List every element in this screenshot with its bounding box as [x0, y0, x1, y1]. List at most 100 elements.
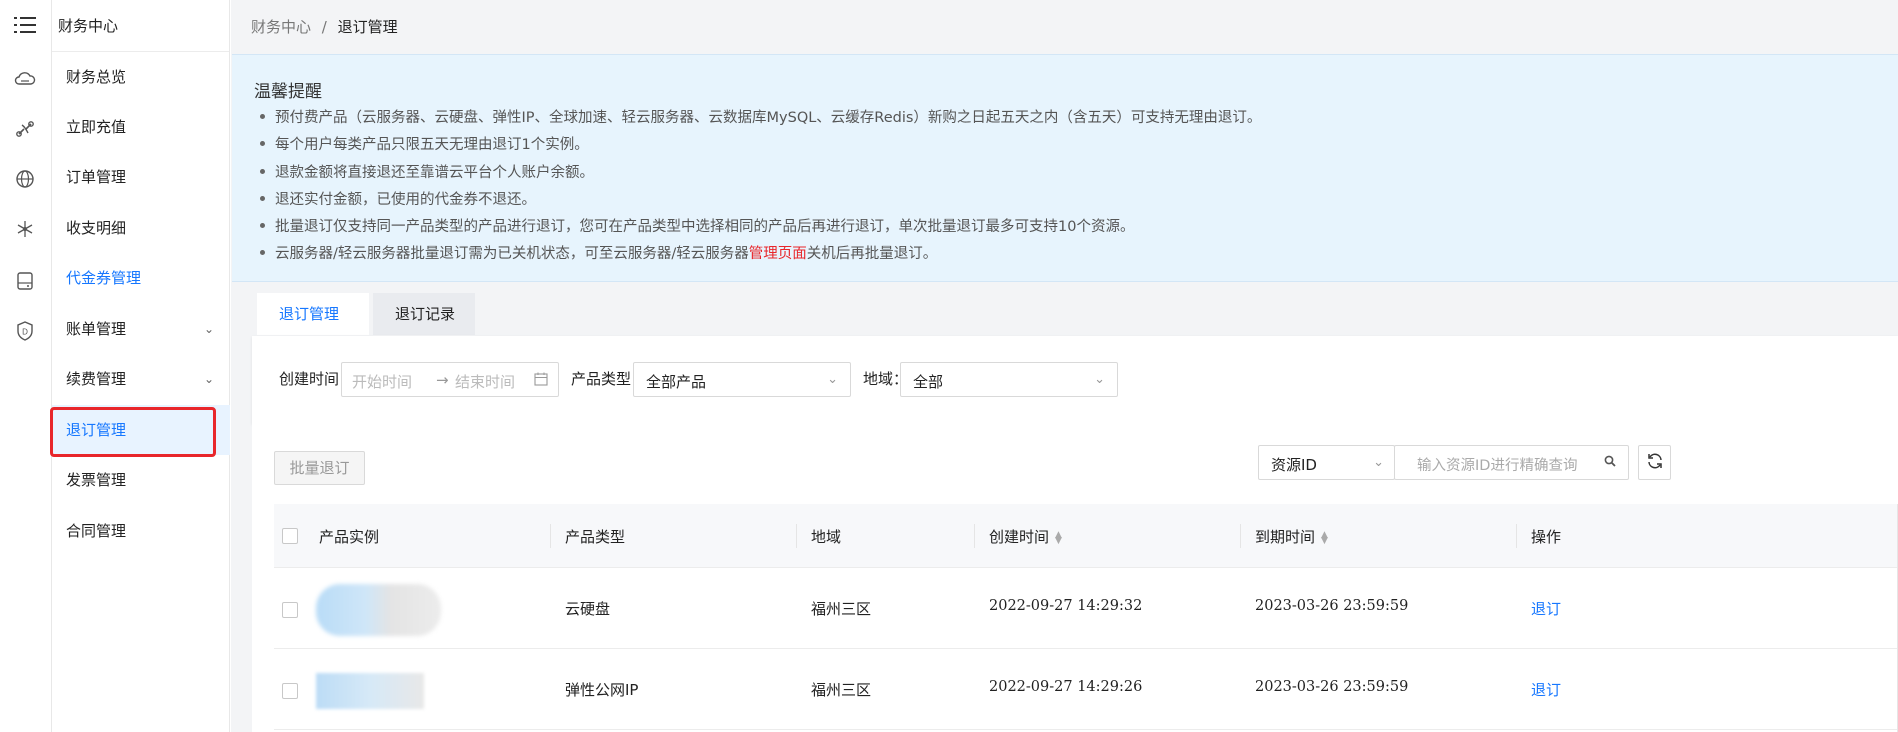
chevron-down-icon: ⌄ — [827, 372, 838, 387]
search-input[interactable]: 输入资源ID进行精确查询 — [1394, 445, 1629, 480]
sort-icon[interactable]: ▲ ▼ — [1321, 530, 1328, 545]
sidebar-item-label: 财务总览 — [66, 68, 127, 86]
unsubscribe-link[interactable]: 退订 — [1531, 598, 1561, 619]
sidebar-item-label: 代金券管理 — [66, 269, 142, 287]
notice-title: 温馨提醒 — [254, 82, 322, 102]
sidebar-item-invoices[interactable]: 发票管理 — [52, 455, 230, 505]
highlight-box — [50, 407, 216, 457]
product-type-select[interactable]: 全部产品 ⌄ — [633, 362, 851, 397]
sidebar-item-renewal[interactable]: 续费管理 ⌄ — [52, 354, 230, 404]
icon-rail: D — [0, 0, 52, 732]
sidebar-item-vouchers[interactable]: 代金券管理 — [52, 253, 230, 303]
notice-item: 退还实付金额，已使用的代金券不退还。 — [254, 187, 1261, 214]
region-cell: 福州三区 — [811, 600, 872, 618]
breadcrumb-parent[interactable]: 财务中心 — [251, 18, 311, 36]
chevron-down-icon: ⌄ — [203, 322, 214, 336]
region-cell: 福州三区 — [811, 681, 872, 699]
notice-text: 每个用户每类产品只限五天无理由退订1个实例。 — [275, 137, 589, 154]
refresh-button[interactable] — [1638, 445, 1671, 480]
column-header-expires[interactable]: 到期时间 ▲ ▼ — [1255, 526, 1328, 547]
row-checkbox[interactable] — [282, 602, 298, 618]
disk-icon[interactable] — [12, 268, 38, 294]
product-type-cell: 云硬盘 — [565, 600, 611, 618]
chevron-down-icon: ⌄ — [1094, 372, 1105, 387]
tab-records[interactable]: 退订记录 — [373, 293, 475, 335]
sidebar-item-label: 立即充值 — [66, 118, 127, 136]
sidebar-item-orders[interactable]: 订单管理 — [52, 152, 230, 202]
column-header: 操作 — [1531, 528, 1562, 546]
breadcrumb-separator: / — [321, 18, 327, 36]
redacted-instance — [316, 673, 424, 709]
notice-text: 云服务器/轻云服务器批量退订需为已关机状态，可至云服务器/轻云服务器 — [275, 246, 749, 263]
region-select[interactable]: 全部 ⌄ — [900, 362, 1118, 397]
column-header: 地域 — [811, 528, 842, 546]
notice-item: 批量退订仅支持同一产品类型的产品进行退订，您可在产品类型中选择相同的产品后再进行… — [254, 214, 1261, 241]
breadcrumb: 财务中心 / 退订管理 — [251, 16, 398, 37]
sidebar-item-label: 订单管理 — [66, 168, 127, 186]
notice-panel: 温馨提醒 预付费产品（云服务器、云硬盘、弹性IP、全球加速、轻云服务器、云数据库… — [232, 54, 1898, 282]
created-cell: 2022-09-27 14:29:32 — [989, 598, 1143, 614]
batch-unsubscribe-button[interactable]: 批量退订 — [274, 451, 365, 485]
notice-text: 预付费产品（云服务器、云硬盘、弹性IP、全球加速、轻云服务器、云数据库MySQL… — [275, 110, 1262, 126]
sidebar-item-transactions[interactable]: 收支明细 — [52, 203, 230, 253]
sidebar-item-label: 发票管理 — [66, 471, 127, 489]
select-all-checkbox[interactable] — [282, 528, 298, 544]
sidebar-item-bills[interactable]: 账单管理 ⌄ — [52, 304, 230, 354]
network-icon[interactable] — [12, 216, 38, 242]
table-row: 弹性公网IP 福州三区 2022-09-27 14:29:26 2023-03-… — [274, 649, 1898, 730]
search-field-value: 资源ID — [1271, 456, 1317, 474]
column-header-created[interactable]: 创建时间 ▲ ▼ — [989, 526, 1062, 547]
column-header: 产品类型 — [565, 528, 626, 546]
sidebar-item-label: 收支明细 — [66, 219, 127, 237]
link-icon[interactable] — [12, 116, 38, 142]
notice-text: 退还实付金额，已使用的代金券不退还。 — [275, 191, 536, 208]
shield-icon[interactable]: D — [12, 318, 38, 344]
notice-item: 预付费产品（云服务器、云硬盘、弹性IP、全球加速、轻云服务器、云数据库MySQL… — [254, 105, 1261, 132]
notice-text: 关机后再批量退订。 — [806, 246, 938, 263]
main-content: 财务中心 / 退订管理 温馨提醒 预付费产品（云服务器、云硬盘、弹性IP、全球加… — [231, 0, 1898, 732]
menu-icon[interactable] — [12, 12, 38, 38]
start-date-input[interactable]: 开始时间 — [352, 371, 412, 392]
breadcrumb-current: 退订管理 — [337, 18, 398, 36]
search-icon[interactable] — [1604, 455, 1616, 470]
sidebar-item-label: 续费管理 — [66, 370, 127, 388]
globe-icon[interactable] — [12, 166, 38, 192]
tab-unsubscribe[interactable]: 退订管理 — [257, 293, 369, 335]
sort-icon[interactable]: ▲ ▼ — [1055, 530, 1062, 545]
expires-cell: 2023-03-26 23:59:59 — [1255, 598, 1409, 614]
created-cell: 2022-09-27 14:29:26 — [989, 679, 1143, 695]
unsubscribe-link[interactable]: 退订 — [1531, 679, 1561, 700]
end-date-input[interactable]: 结束时间 — [455, 371, 515, 392]
table-header: 产品实例 产品类型 地域 创建时间 ▲ ▼ 到期时间 ▲ ▼ 操作 — [274, 504, 1898, 568]
sidebar-item-label: 合同管理 — [66, 522, 127, 540]
sidebar-item-overview[interactable]: 财务总览 — [52, 52, 230, 102]
chevron-down-icon: ⌄ — [1373, 455, 1384, 470]
date-range-picker[interactable]: 开始时间 → 结束时间 — [341, 362, 559, 397]
sidebar-item-contracts[interactable]: 合同管理 — [52, 506, 230, 556]
sidebar-item-label: 账单管理 — [66, 320, 127, 338]
cloud-storage-icon[interactable] — [12, 66, 38, 92]
filter-bar: 创建时间： 开始时间 → 结束时间 产品类型： 全部产品 ⌄ 地域： 全部 ⌄ — [252, 336, 1898, 424]
chevron-down-icon: ⌄ — [203, 372, 214, 386]
manage-page-link[interactable]: 管理页面 — [749, 246, 807, 262]
notice-item: 每个用户每类产品只限五天无理由退订1个实例。 — [254, 132, 1261, 159]
svg-text:D: D — [22, 328, 28, 337]
redacted-instance — [316, 584, 441, 636]
sidebar-header: 财务中心 — [52, 0, 229, 52]
product-type-value: 全部产品 — [646, 373, 707, 391]
calendar-icon — [534, 372, 548, 390]
column-header: 产品实例 — [319, 528, 380, 546]
refresh-icon — [1646, 452, 1664, 474]
sidebar: 财务中心 财务总览 立即充值 订单管理 收支明细 代金券管理 账单管理 ⌄ 续费管… — [52, 0, 230, 732]
product-type-cell: 弹性公网IP — [565, 681, 639, 699]
notice-text: 退款金额将直接退还至靠谱云平台个人账户余额。 — [275, 164, 594, 181]
search-placeholder: 输入资源ID进行精确查询 — [1417, 458, 1578, 474]
row-checkbox[interactable] — [282, 683, 298, 699]
notice-item: 云服务器/轻云服务器批量退订需为已关机状态，可至云服务器/轻云服务器管理页面关机… — [254, 241, 1261, 268]
table-row: 云硬盘 福州三区 2022-09-27 14:29:32 2023-03-26 … — [274, 568, 1898, 649]
notice-text: 批量退订仅支持同一产品类型的产品进行退订，您可在产品类型中选择相同的产品后再进行… — [275, 219, 1135, 236]
sidebar-item-recharge[interactable]: 立即充值 — [52, 102, 230, 152]
expires-cell: 2023-03-26 23:59:59 — [1255, 679, 1409, 695]
search-field-select[interactable]: 资源ID ⌄ — [1258, 445, 1395, 480]
resource-list-panel: 批量退订 资源ID ⌄ 输入资源ID进行精确查询 产品实例 产品类型 地域 创建… — [252, 424, 1898, 732]
